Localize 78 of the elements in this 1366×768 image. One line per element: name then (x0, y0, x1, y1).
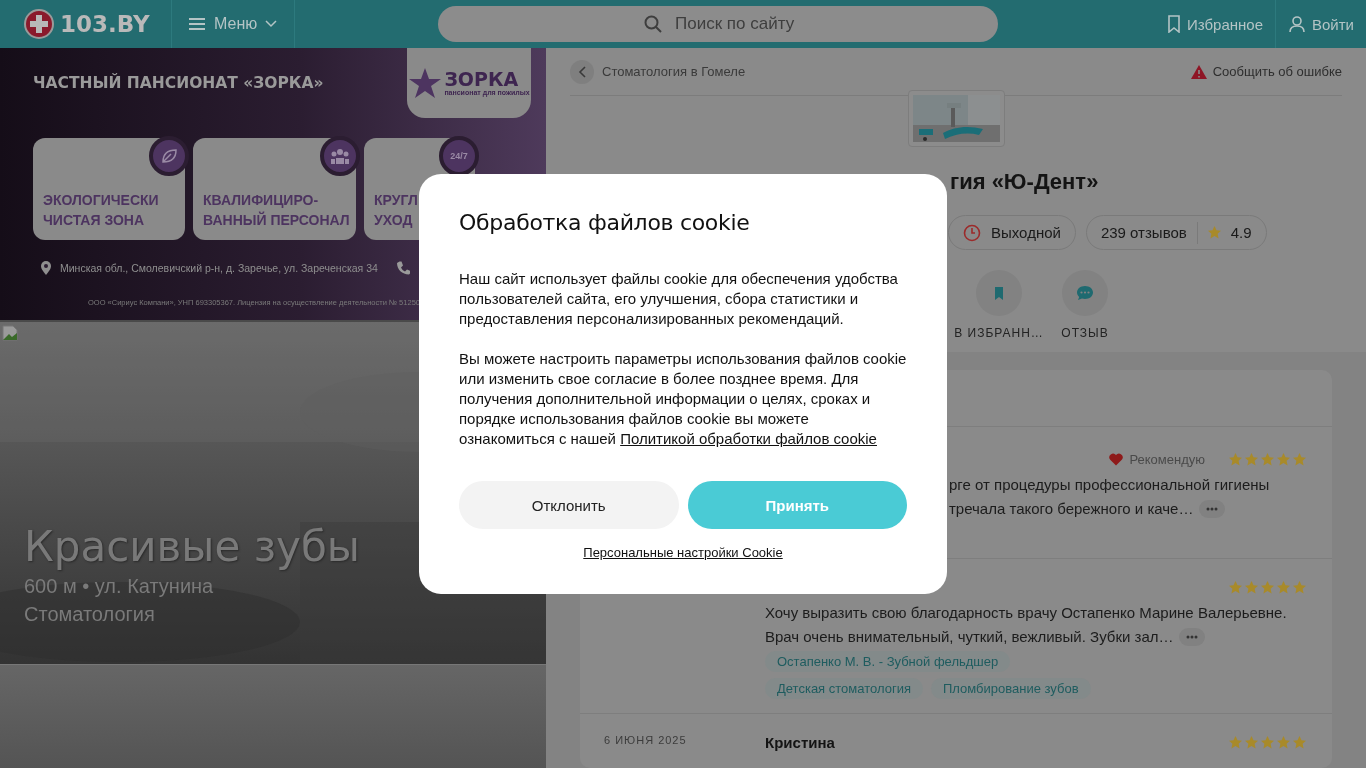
star-icon (1277, 580, 1290, 594)
star-icon (1229, 580, 1242, 594)
ellipsis-icon (1186, 635, 1199, 639)
star-icon (1261, 580, 1274, 594)
breadcrumb-link[interactable]: Стоматология в Гомеле (602, 64, 746, 79)
promo-location: 600 м • ул. Катунина (24, 574, 215, 599)
star-icon (1245, 452, 1258, 466)
decline-button[interactable]: Отклонить (459, 481, 679, 529)
menu-icon (188, 17, 206, 31)
report-error-link[interactable]: Сообщить об ошибке (1190, 64, 1342, 79)
review-text: Врач очень внимательный, чуткий, вежливый. Зубки зал… (765, 627, 1174, 647)
leaf-icon (160, 147, 178, 165)
back-button[interactable] (570, 59, 594, 84)
people-icon (330, 148, 350, 164)
badge-text: 24/7 (450, 151, 468, 161)
cross-icon[interactable] (24, 9, 54, 39)
chevron-down-icon (265, 20, 278, 28)
star-icon (1207, 226, 1221, 239)
star-icon (1245, 580, 1258, 594)
accept-button[interactable]: Принять (687, 481, 907, 529)
logo-text[interactable]: 103.BY (60, 11, 150, 37)
search-icon (644, 15, 662, 33)
brand-name: ЗОРКА (444, 70, 520, 89)
bookmark-button[interactable]: В ИЗБРАНН… (956, 270, 1042, 340)
dialog-title: Обработка файлов cookie (459, 210, 751, 235)
review-tag[interactable]: Пломбирование зубов (930, 678, 1091, 699)
search-field[interactable]: Поиск по сайту (438, 6, 998, 42)
dialog-text: Вы можете настроить параметры использования файлов cookie или изменить свое согласие в более позднее время. Для получения дополнительной информации о целях, сроках и порядке использования файлов cookie вы можете ознакомиться с нашей Политикой обработки файлов cookie (459, 349, 907, 449)
ellipsis-icon (1206, 507, 1219, 511)
feature-text: ВАННЫЙ ПЕРСОНАЛ (203, 210, 351, 230)
reviews-count: 239 отзывов (1100, 224, 1187, 241)
user-icon (1288, 15, 1306, 33)
star-icon (1277, 735, 1290, 749)
feature-text: КРУГЛ (374, 191, 419, 210)
heart-icon (1109, 452, 1124, 466)
promo-category: Стоматология (24, 602, 156, 627)
pin-icon (40, 260, 52, 276)
star-icon (1229, 452, 1242, 466)
cookie-settings-link[interactable]: Персональные настройки Cookie (583, 545, 783, 560)
favorites-link[interactable]: Избранное (1155, 0, 1275, 48)
clock-icon (963, 223, 981, 242)
clinic-title: гия «Ю-Дент» (949, 168, 1100, 196)
star-icon (1229, 735, 1242, 749)
recommend-label: Рекомендую (1129, 451, 1205, 467)
star-icon (1293, 580, 1306, 594)
chevron-left-icon (578, 65, 586, 78)
rating-value: 4.9 (1230, 224, 1252, 241)
warning-icon (1190, 64, 1207, 79)
bookmark-icon (1167, 15, 1181, 33)
review-tag[interactable]: Детская стоматология (765, 678, 923, 699)
feature-text: ЭКОЛОГИЧЕСКИ (43, 191, 160, 210)
star-icon (1261, 452, 1274, 466)
star-icon (1245, 735, 1258, 749)
broken-image-icon (2, 325, 18, 341)
comment-icon (1076, 284, 1094, 302)
review-text: рге от процедуры профессиональной гигиены (949, 475, 1270, 495)
feature-text: ЧИСТАЯ ЗОНА (43, 211, 146, 230)
star-icon (1261, 735, 1274, 749)
status-text: Выходной (991, 224, 1061, 241)
reviewer-name: Кристина (765, 733, 836, 751)
star-icon (1277, 452, 1290, 466)
address-text: Минская обл., Смолевичский р-н, д. Заречье, ул. Зареченская 34 (60, 262, 378, 274)
phone-icon (395, 261, 410, 275)
banner-title: ЧАСТНЫЙ ПАНСИОНАТ «ЗОРКА» (33, 74, 324, 92)
more-button[interactable] (1199, 500, 1226, 518)
star-icon (1293, 452, 1306, 466)
feature-text: КВАЛИФИЦИРО- (203, 191, 320, 210)
review-date: 6 ИЮНЯ 2025 (604, 733, 688, 746)
login-link[interactable]: Войти (1276, 0, 1366, 48)
review-text: тречала такого бережного и каче… (949, 499, 1194, 519)
review-text: Хочу выразить свою благодарность врачу Остапенко Марине Валерьевне. (765, 603, 1287, 623)
policy-link[interactable]: Политикой обработки файлов cookie (620, 430, 877, 447)
star-icon (408, 66, 443, 100)
comment-button[interactable]: ОТЗЫВ (1042, 270, 1128, 340)
more-button[interactable] (1179, 628, 1206, 646)
review-tag[interactable]: Остапенко М. В. - Зубной фельдшер (765, 651, 1011, 672)
star-icon (1293, 735, 1306, 749)
dialog-text: Наш сайт использует файлы cookie для обеспечения удобства пользователей сайта, его улучшения, сбора статистики и предоставления персонализированных рекомендаций. (459, 269, 899, 329)
